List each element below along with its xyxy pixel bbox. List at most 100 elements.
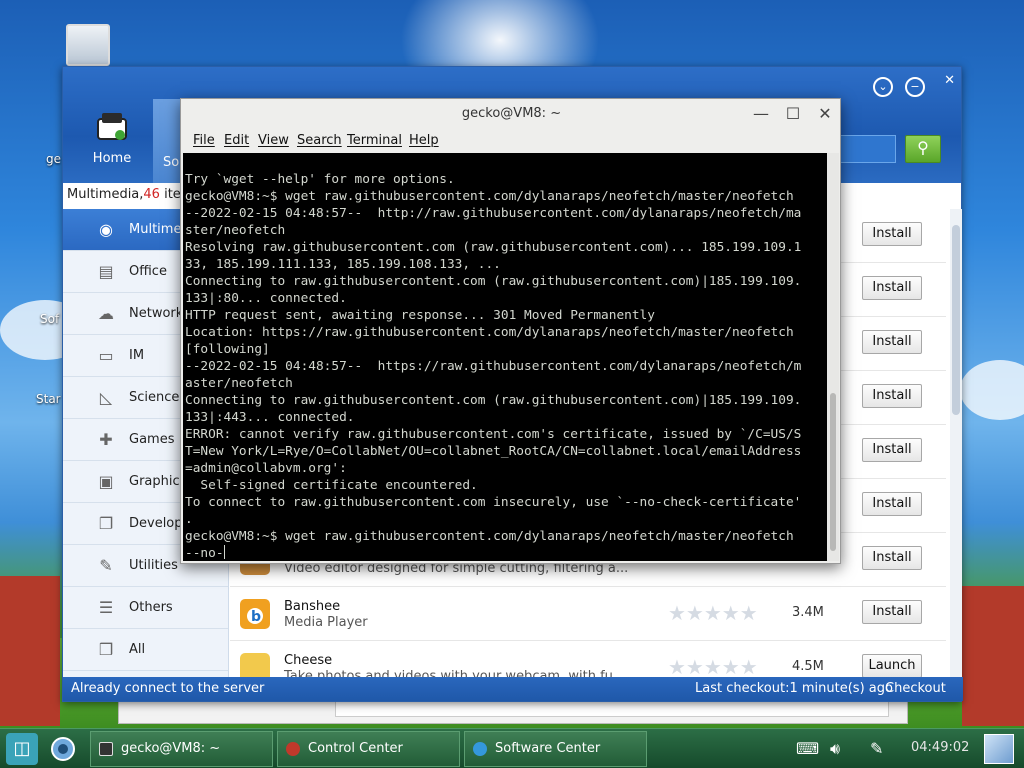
home-label: Home <box>92 151 132 166</box>
cheese-icon <box>240 653 270 679</box>
app-name: Banshee <box>284 599 341 614</box>
install-button[interactable]: Install <box>862 600 922 624</box>
terminal-line: To connect to raw.githubusercontent.com … <box>185 495 802 510</box>
printer-icon: ▤ <box>98 262 114 281</box>
desktop-icon[interactable] <box>66 24 110 66</box>
terminal-line: Connecting to raw.githubusercontent.com … <box>185 393 802 408</box>
minimize-button[interactable]: − <box>905 77 925 97</box>
windows-icon: ❐ <box>98 514 114 533</box>
building <box>962 586 1024 726</box>
terminal-line: 133|:80... connected. <box>185 291 347 306</box>
terminal-line: Location: https://raw.githubusercontent.… <box>185 325 794 340</box>
scrollbar-thumb[interactable] <box>952 225 960 415</box>
gamepad-icon: ✚ <box>99 430 113 449</box>
sidebar-item-label: IM <box>129 348 145 363</box>
terminal-line: gecko@VM8:~$ wget raw.githubusercontent.… <box>185 529 794 544</box>
ruler-icon: ◺ <box>99 388 113 407</box>
checkout-link[interactable]: Checkout <box>885 681 946 696</box>
terminal-line: Self-signed certificate encountered. <box>185 478 478 493</box>
menu-view[interactable]: View <box>258 133 289 148</box>
sidebar-item-label: Office <box>129 264 167 279</box>
clock[interactable]: 04:49:02 <box>911 740 969 755</box>
rating-stars: ★★★★★ <box>668 601 758 625</box>
show-desktop-icon[interactable] <box>984 734 1014 764</box>
desktop-icon-label: Sof <box>40 312 60 326</box>
app-name: Cheese <box>284 653 333 668</box>
category-count: Multimedia,46 item <box>63 183 183 209</box>
keyboard-icon[interactable]: ⌨ <box>796 739 819 758</box>
scrollbar-thumb[interactable] <box>830 393 836 551</box>
minimize-button[interactable]: — <box>751 104 771 124</box>
volume-icon[interactable]: 🔊︎ <box>830 739 840 759</box>
terminal-output[interactable]: Try `wget --help' for more options. gecko… <box>183 153 827 561</box>
list-item[interactable]: Cheese Take photos and videos with your … <box>230 641 946 679</box>
menu-help[interactable]: Help <box>409 133 439 148</box>
sidebar-item-label: Network <box>129 306 184 321</box>
search-input[interactable] <box>839 135 896 163</box>
terminal-line: [following] <box>185 342 270 357</box>
close-button[interactable]: ✕ <box>815 104 835 124</box>
install-button[interactable]: Install <box>862 222 922 246</box>
install-button[interactable]: Install <box>862 384 922 408</box>
pencil-icon: ✎ <box>99 556 113 575</box>
network-icon[interactable]: ✎ <box>870 739 883 758</box>
sidebar-item-all[interactable]: ❒ All <box>63 629 228 671</box>
sidebar-item-label: Others <box>129 600 173 615</box>
chat-icon: ▭ <box>98 346 114 365</box>
menu-bar: File Edit View Search Terminal Help <box>181 129 842 153</box>
minimize-icon: — <box>753 104 769 123</box>
banshee-icon: b <box>240 599 270 629</box>
building <box>0 576 60 726</box>
search-button[interactable]: ⚲ <box>905 135 941 163</box>
install-button[interactable]: Install <box>862 330 922 354</box>
terminal-input-line: --no- <box>185 546 224 561</box>
menu-terminal[interactable]: Terminal <box>347 133 402 148</box>
close-button[interactable]: ✕ <box>944 73 955 88</box>
options-button[interactable]: ⌄ <box>873 77 893 97</box>
maximize-icon: ☐ <box>785 104 801 123</box>
menu-search[interactable]: Search <box>297 133 342 148</box>
sidebar-item-label: Utilities <box>129 558 178 573</box>
terminal-line: T=New York/L=Rye/O=CollabNet/OU=collabne… <box>185 444 802 459</box>
home-button[interactable]: Home <box>83 105 141 166</box>
text-cursor <box>223 545 225 559</box>
terminal-line: HTTP request sent, awaiting response... … <box>185 308 655 323</box>
taskbar-item-terminal[interactable]: gecko@VM8: ~ <box>90 731 273 767</box>
last-checkout: Last checkout:1 minute(s) ago <box>695 681 893 696</box>
minus-icon: − <box>910 80 920 93</box>
taskbar-item-control-center[interactable]: Control Center <box>277 731 460 767</box>
sidebar-item-label: Games <box>129 432 175 447</box>
install-button[interactable]: Install <box>862 546 922 570</box>
install-button[interactable]: Install <box>862 492 922 516</box>
chevron-down-icon: ⌄ <box>878 80 888 93</box>
app-size: 4.5M <box>792 659 824 674</box>
multimedia-icon: ◉ <box>99 220 113 239</box>
connection-status: Already connect to the server <box>71 681 265 696</box>
terminal-scrollbar[interactable] <box>827 153 839 561</box>
rating-stars: ★★★★★ <box>668 655 758 679</box>
search-icon: ⚲ <box>917 138 929 157</box>
app-size: 3.4M <box>792 605 824 620</box>
start-menu-button[interactable]: ◫ <box>6 733 38 765</box>
category-count-prefix: Multimedia, <box>67 187 144 202</box>
desktop-icon-label: ge <box>46 152 61 166</box>
sidebar-item-others[interactable]: ☰ Others <box>63 587 228 629</box>
sidebar-item-label: Graphics <box>129 474 187 489</box>
install-button[interactable]: Install <box>862 438 922 462</box>
close-icon: ✕ <box>944 73 955 88</box>
list-icon: ☰ <box>98 598 114 617</box>
menu-file[interactable]: File <box>193 133 215 148</box>
taskbar-item-software-center[interactable]: Software Center <box>464 731 647 767</box>
svg-text:b: b <box>251 609 261 625</box>
browser-launcher[interactable] <box>48 735 78 763</box>
launch-button[interactable]: Launch <box>862 654 922 678</box>
list-item[interactable]: b Banshee Media Player ★★★★★ 3.4M Instal… <box>230 587 946 641</box>
terminal-line: --2022-02-15 04:48:57-- https://raw.gith… <box>185 359 802 374</box>
install-button[interactable]: Install <box>862 276 922 300</box>
maximize-button[interactable]: ☐ <box>783 104 803 124</box>
start-menu-icon: ◫ <box>13 738 31 759</box>
terminal-window: gecko@VM8: ~ — ☐ ✕ File Edit View Search… <box>180 98 841 564</box>
app-list-scrollbar[interactable] <box>950 209 962 679</box>
terminal-line: aster/neofetch <box>185 376 293 391</box>
menu-edit[interactable]: Edit <box>224 133 249 148</box>
